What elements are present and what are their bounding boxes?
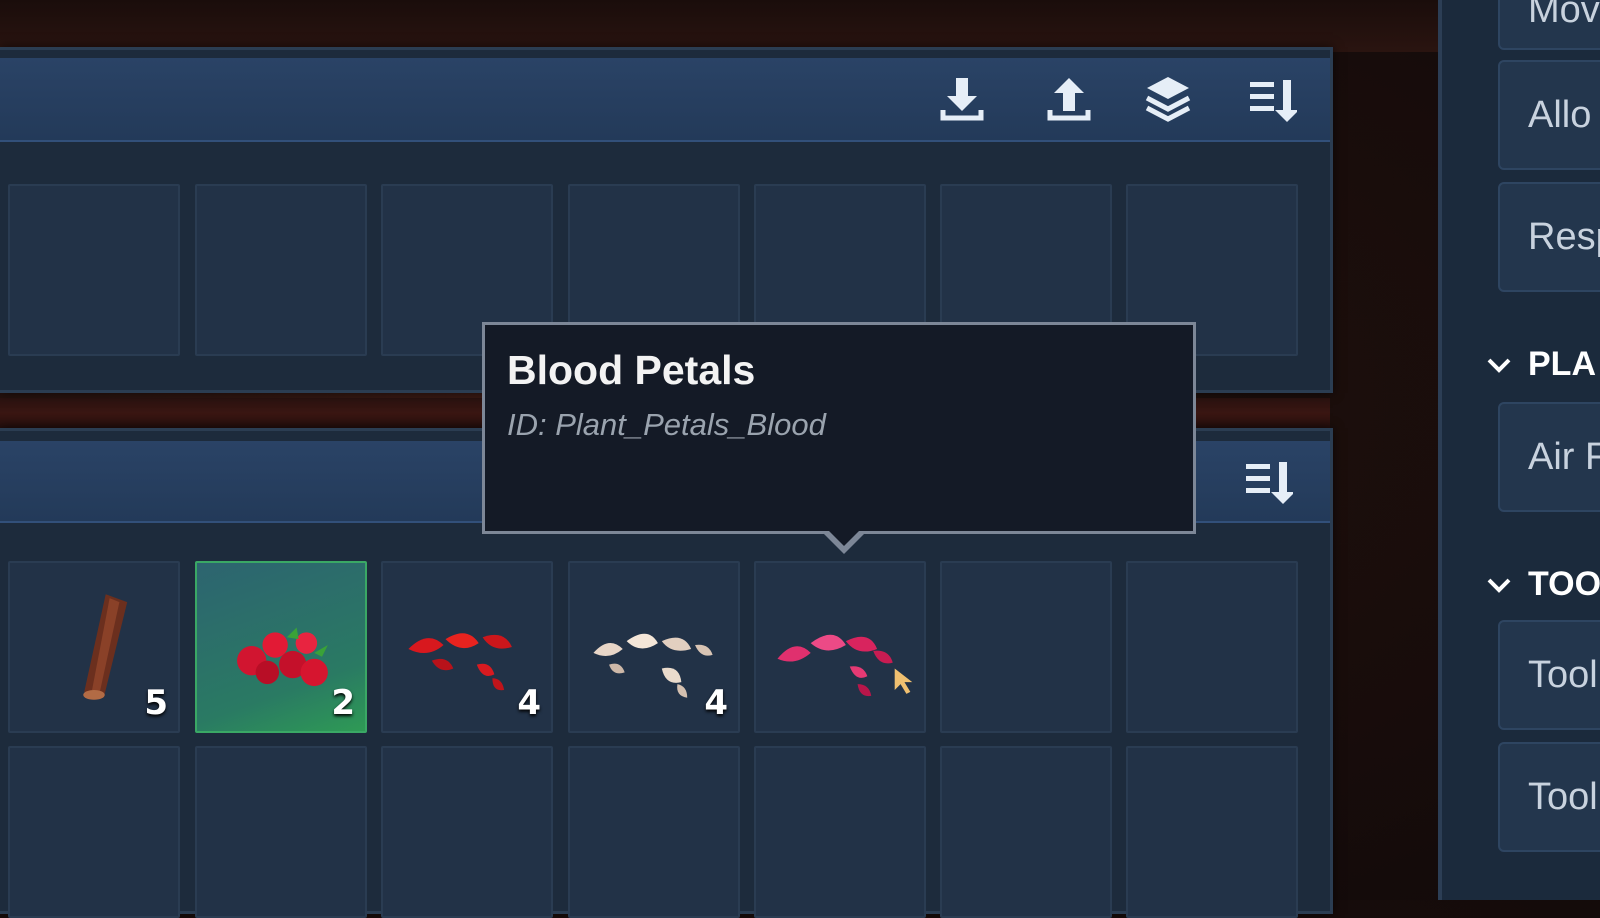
item-count: 5: [144, 683, 168, 723]
inventory-slot[interactable]: [195, 184, 367, 356]
sort-icon[interactable]: [1247, 74, 1297, 124]
inventory-slot[interactable]: [8, 184, 180, 356]
tooltip-title: Blood Petals: [507, 347, 756, 393]
inventory-slot[interactable]: [195, 746, 367, 918]
inventory-slot-berries[interactable]: 2: [195, 561, 367, 733]
tooltip-arrow-inner: [828, 530, 860, 546]
inventory-slot[interactable]: [754, 746, 926, 918]
sidebar-section-pla[interactable]: PLA: [1486, 345, 1596, 384]
sidebar-button-label: Resp: [1528, 215, 1600, 258]
section-label: TOO: [1528, 565, 1600, 603]
sort-icon[interactable]: [1243, 456, 1293, 506]
item-count: 4: [704, 683, 728, 723]
section-label: PLA: [1528, 345, 1596, 383]
inventory-slot[interactable]: [940, 561, 1112, 733]
sidebar-button-label: Tool: [1528, 775, 1598, 818]
inventory-slot[interactable]: [1126, 561, 1298, 733]
sidebar-button-tool-1[interactable]: Tool: [1498, 620, 1600, 730]
sidebar-button-air[interactable]: Air F: [1498, 402, 1600, 512]
blood-petals-icon: [777, 634, 913, 697]
sidebar-button-label: Air F: [1528, 435, 1600, 478]
sidebar-button-label: Mov: [1528, 0, 1600, 31]
inventory-slot[interactable]: [8, 746, 180, 918]
item-count: 4: [517, 683, 541, 723]
inventory-slot[interactable]: [1126, 746, 1298, 918]
settings-sidebar: Mov Allo Resp PLA Air F TOO Tool Tool: [1438, 0, 1600, 900]
sidebar-button-tool-2[interactable]: Tool: [1498, 742, 1600, 852]
chevron-down-icon: [1487, 578, 1511, 593]
background-top: [0, 0, 1440, 52]
inventory-slot-blood-petals[interactable]: [754, 561, 926, 733]
inventory-slot-wood[interactable]: 5: [8, 561, 180, 733]
sidebar-button-label: Tool: [1528, 653, 1598, 696]
sidebar-button-mov[interactable]: Mov: [1498, 0, 1600, 50]
inventory-slot[interactable]: [940, 746, 1112, 918]
chevron-down-icon: [1487, 358, 1511, 373]
inventory-slot[interactable]: [568, 746, 740, 918]
sidebar-section-too[interactable]: TOO: [1486, 565, 1600, 604]
container-header: [0, 58, 1330, 142]
item-tooltip: Blood Petals ID: Plant_Petals_Blood: [482, 322, 1196, 534]
sidebar-button-resp[interactable]: Resp: [1498, 182, 1600, 292]
download-icon[interactable]: [937, 74, 987, 124]
upload-icon[interactable]: [1044, 74, 1094, 124]
sidebar-button-label: Allo: [1528, 93, 1592, 136]
layers-icon[interactable]: [1143, 74, 1193, 124]
inventory-slot-red-petals[interactable]: 4: [381, 561, 553, 733]
sidebar-button-allo[interactable]: Allo: [1498, 60, 1600, 170]
inventory-slot[interactable]: [381, 746, 553, 918]
inventory-slot-white-petals[interactable]: 4: [568, 561, 740, 733]
item-count: 2: [331, 683, 355, 723]
tooltip-item-id: ID: Plant_Petals_Blood: [507, 407, 826, 442]
